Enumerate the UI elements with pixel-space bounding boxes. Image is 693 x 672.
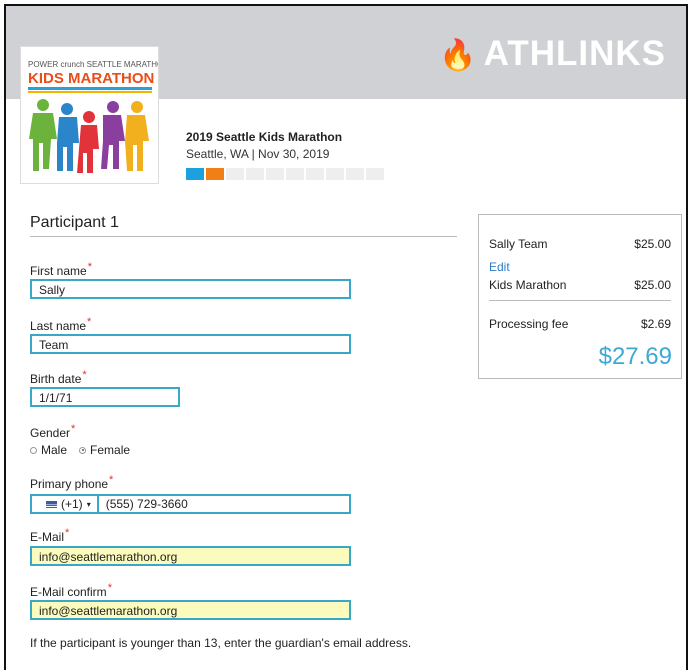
gender-female-radio[interactable]: Female xyxy=(79,443,130,457)
gender-male-radio[interactable]: Male xyxy=(30,443,67,457)
phone-field: (+1) ▾ (555) 729-3660 xyxy=(30,494,351,514)
flame-icon: 🔥 xyxy=(439,39,478,72)
progress-step xyxy=(266,168,284,180)
radio-selected-icon xyxy=(79,446,87,454)
participant-title: Participant 1 xyxy=(30,214,119,231)
email-confirm-input[interactable]: info@seattlemarathon.org xyxy=(30,600,351,620)
email-label: E-Mail* xyxy=(30,527,70,544)
summary-item-row: Kids Marathon $25.00 xyxy=(489,278,671,292)
progress-step xyxy=(226,168,244,180)
progress-step xyxy=(306,168,324,180)
birth-date-label: Birth date* xyxy=(30,369,87,386)
radio-circle-icon xyxy=(30,446,37,454)
first-name-input[interactable]: Sally xyxy=(30,279,351,299)
last-name-label: Last name* xyxy=(30,316,92,333)
email-input[interactable]: info@seattlemarathon.org xyxy=(30,546,351,566)
summary-fee-label: Processing fee xyxy=(489,317,569,331)
progress-step xyxy=(366,168,384,180)
summary-item-name: Kids Marathon xyxy=(489,278,567,292)
event-logo: POWER crunch SEATTLE MARATHON KIDS MARAT… xyxy=(20,46,169,184)
progress-step xyxy=(346,168,364,180)
phone-label: Primary phone* xyxy=(30,474,114,491)
us-flag-icon xyxy=(46,500,57,508)
gender-options: Male Female xyxy=(30,443,130,457)
summary-participant-row: Sally Team $25.00 xyxy=(489,237,671,251)
guardian-note: If the participant is younger than 13, e… xyxy=(30,636,412,650)
summary-total: $27.69 xyxy=(598,343,672,370)
progress-step xyxy=(286,168,304,180)
registration-page: 🔥 ATHLINKS POWER crunch SEATTLE MARATHON … xyxy=(4,4,688,670)
first-name-label: First name* xyxy=(30,261,92,278)
gender-label: Gender* xyxy=(30,423,76,440)
divider xyxy=(30,236,457,237)
phone-input[interactable]: (555) 729-3660 xyxy=(99,497,188,511)
order-summary: Sally Team $25.00 Edit Kids Marathon $25… xyxy=(478,214,682,379)
email-confirm-label: E-Mail confirm* xyxy=(30,582,112,599)
country-code-select[interactable]: (+1) ▾ xyxy=(32,496,99,512)
athlinks-logo[interactable]: 🔥 ATHLINKS xyxy=(439,34,666,74)
progress-step xyxy=(206,168,224,180)
last-name-input[interactable]: Team xyxy=(30,334,351,354)
summary-fee-price: $2.69 xyxy=(640,317,671,331)
summary-fee-row: Processing fee $2.69 xyxy=(489,317,671,331)
progress-step xyxy=(326,168,344,180)
summary-item-price: $25.00 xyxy=(634,278,671,292)
summary-participant-price: $25.00 xyxy=(634,237,671,251)
birth-date-input[interactable]: 1/1/71 xyxy=(30,387,180,407)
progress-step xyxy=(246,168,264,180)
kids-marathon-logo: POWER crunch SEATTLE MARATHON KIDS MARAT… xyxy=(28,60,169,173)
summary-divider xyxy=(489,300,671,301)
logo-title-text: KIDS MARATHON xyxy=(28,70,154,87)
event-name: 2019 Seattle Kids Marathon xyxy=(186,130,343,144)
edit-link[interactable]: Edit xyxy=(489,260,510,274)
registration-progress xyxy=(186,168,384,180)
progress-step xyxy=(186,168,204,180)
event-location-date: Seattle, WA | Nov 30, 2019 xyxy=(186,147,330,161)
summary-participant-name: Sally Team xyxy=(489,237,548,251)
logo-top-text: POWER crunch SEATTLE MARATHON xyxy=(28,60,158,69)
chevron-down-icon: ▾ xyxy=(86,499,91,509)
